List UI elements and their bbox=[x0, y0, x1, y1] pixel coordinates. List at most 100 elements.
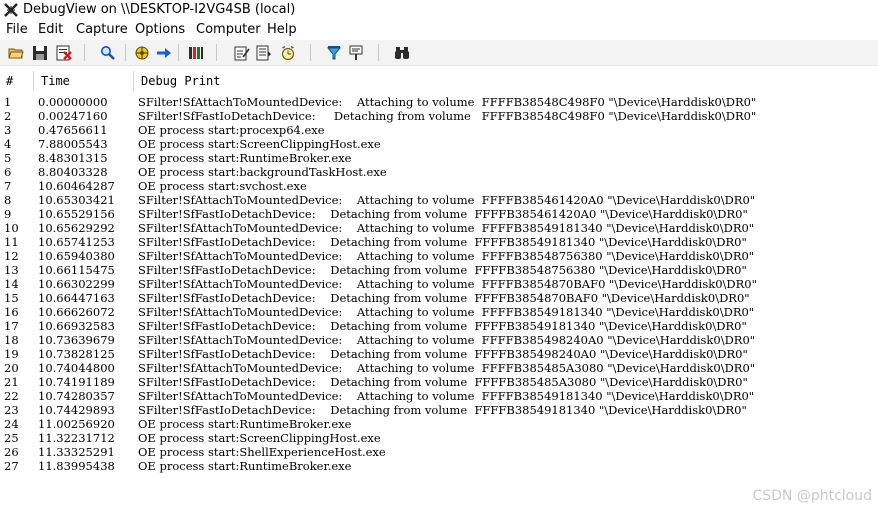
table-row[interactable]: 16 10.66626072 SFilter!SfAttachToMountedDe… bbox=[0, 305, 878, 319]
menu-options[interactable]: Options bbox=[135, 22, 185, 37]
title-bar: DebugView on \\DESKTOP-I2VG4SB (local) bbox=[0, 0, 878, 20]
column-divider[interactable] bbox=[33, 71, 34, 91]
watermark: CSDN @phtcloud bbox=[752, 488, 872, 504]
row-time: 0.00000000 bbox=[38, 95, 108, 109]
row-time: 10.65741253 bbox=[38, 235, 115, 249]
open-icon[interactable] bbox=[6, 43, 26, 63]
find-icon[interactable] bbox=[98, 43, 118, 63]
row-debug-print: SFilter!SfFastIoDetachDevice: Detaching … bbox=[138, 207, 748, 221]
row-time: 10.66447163 bbox=[38, 291, 115, 305]
table-row[interactable]: 23 10.74429893 SFilter!SfFastIoDetachDevic… bbox=[0, 403, 878, 417]
debug-output-list[interactable]: 1 0.00000000 SFilter!SfAttachToMountedDevi… bbox=[0, 95, 878, 473]
row-time: 11.33325291 bbox=[38, 445, 115, 459]
row-debug-print: OE process start:ScreenClippingHost.exe bbox=[138, 137, 381, 151]
clear-display-icon[interactable] bbox=[54, 43, 74, 63]
row-number: 27 bbox=[4, 459, 19, 473]
table-row[interactable]: 6 8.80403328 OE process start:backgroundTa… bbox=[0, 165, 878, 179]
row-time: 10.66626072 bbox=[38, 305, 115, 319]
row-debug-print: SFilter!SfAttachToMountedDevice: Attachi… bbox=[138, 249, 755, 263]
edit-filter-icon[interactable] bbox=[232, 43, 252, 63]
capture-icon[interactable] bbox=[132, 43, 152, 63]
row-debug-print: SFilter!SfAttachToMountedDevice: Attachi… bbox=[138, 389, 755, 403]
column-header-debug-print[interactable]: Debug Print bbox=[141, 74, 220, 88]
row-number: 8 bbox=[4, 193, 12, 207]
table-row[interactable]: 4 7.88005543 OE process start:ScreenClippi… bbox=[0, 137, 878, 151]
row-debug-print: OE process start:RuntimeBroker.exe bbox=[138, 151, 352, 165]
row-number: 10 bbox=[4, 221, 19, 235]
menu-help[interactable]: Help bbox=[267, 22, 297, 37]
toolbar-separator bbox=[178, 44, 179, 61]
menu-bar: File Edit Capture Options Computer Help bbox=[0, 20, 878, 40]
table-row[interactable]: 12 10.65940380 SFilter!SfAttachToMountedDe… bbox=[0, 249, 878, 263]
row-debug-print: SFilter!SfFastIoDetachDevice: Detaching … bbox=[138, 109, 757, 123]
column-divider[interactable] bbox=[133, 71, 134, 91]
row-debug-print: OE process start:procexp64.exe bbox=[138, 123, 325, 137]
table-row[interactable]: 22 10.74280357 SFilter!SfAttachToMountedDe… bbox=[0, 389, 878, 403]
row-number: 19 bbox=[4, 347, 19, 361]
filter-icon[interactable] bbox=[346, 43, 366, 63]
row-debug-print: SFilter!SfAttachToMountedDevice: Attachi… bbox=[138, 95, 757, 109]
row-time: 8.80403328 bbox=[38, 165, 108, 179]
row-debug-print: OE process start:svchost.exe bbox=[138, 179, 307, 193]
row-number: 2 bbox=[4, 109, 12, 123]
row-number: 6 bbox=[4, 165, 12, 179]
menu-file[interactable]: File bbox=[6, 22, 28, 37]
row-time: 10.65629292 bbox=[38, 221, 115, 235]
table-row[interactable]: 20 10.74044800 SFilter!SfAttachToMountedDe… bbox=[0, 361, 878, 375]
highlight-icon[interactable] bbox=[324, 43, 344, 63]
table-row[interactable]: 25 11.32231712 OE process start:ScreenClip… bbox=[0, 431, 878, 445]
list-header: # Time Debug Print bbox=[0, 70, 878, 92]
window-title: DebugView on \\DESKTOP-I2VG4SB (local) bbox=[23, 2, 296, 17]
row-number: 1 bbox=[4, 95, 12, 109]
row-debug-print: OE process start:backgroundTaskHost.exe bbox=[138, 165, 387, 179]
table-row[interactable]: 10 10.65629292 SFilter!SfAttachToMountedDe… bbox=[0, 221, 878, 235]
table-row[interactable]: 19 10.73828125 SFilter!SfFastIoDetachDevic… bbox=[0, 347, 878, 361]
row-debug-print: SFilter!SfFastIoDetachDevice: Detaching … bbox=[138, 235, 747, 249]
table-row[interactable]: 14 10.66302299 SFilter!SfAttachToMountedDe… bbox=[0, 277, 878, 291]
history-depth-icon[interactable] bbox=[186, 43, 206, 63]
menu-edit[interactable]: Edit bbox=[38, 22, 63, 37]
row-debug-print: SFilter!SfFastIoDetachDevice: Detaching … bbox=[138, 403, 747, 417]
row-time: 0.47656611 bbox=[38, 123, 108, 137]
table-row[interactable]: 7 10.60464287 OE process start:svchost.exe bbox=[0, 179, 878, 193]
table-row[interactable]: 18 10.73639679 SFilter!SfAttachToMountedDe… bbox=[0, 333, 878, 347]
table-row[interactable]: 2 0.00247160 SFilter!SfFastIoDetachDevice:… bbox=[0, 109, 878, 123]
row-number: 4 bbox=[4, 137, 12, 151]
save-icon[interactable] bbox=[30, 43, 50, 63]
toolbar-separator bbox=[125, 44, 126, 61]
clock-time-icon[interactable] bbox=[254, 43, 274, 63]
column-header-time[interactable]: Time bbox=[41, 74, 70, 88]
toolbar bbox=[0, 40, 878, 66]
table-row[interactable]: 24 11.00256920 OE process start:RuntimeBro… bbox=[0, 417, 878, 431]
table-row[interactable]: 13 10.66115475 SFilter!SfFastIoDetachDevic… bbox=[0, 263, 878, 277]
row-time: 11.32231712 bbox=[38, 431, 115, 445]
table-row[interactable]: 27 11.83995438 OE process start:RuntimeBro… bbox=[0, 459, 878, 473]
table-row[interactable]: 1 0.00000000 SFilter!SfAttachToMountedDevi… bbox=[0, 95, 878, 109]
toolbar-separator bbox=[378, 44, 379, 61]
table-row[interactable]: 8 10.65303421 SFilter!SfAttachToMountedDev… bbox=[0, 193, 878, 207]
find-binoculars-icon[interactable] bbox=[392, 43, 412, 63]
timer-icon[interactable] bbox=[278, 43, 298, 63]
row-time: 11.83995438 bbox=[38, 459, 115, 473]
table-row[interactable]: 5 8.48301315 OE process start:RuntimeBroke… bbox=[0, 151, 878, 165]
table-row[interactable]: 3 0.47656611 OE process start:procexp64.ex… bbox=[0, 123, 878, 137]
table-row[interactable]: 21 10.74191189 SFilter!SfFastIoDetachDevic… bbox=[0, 375, 878, 389]
table-row[interactable]: 26 11.33325291 OE process start:ShellExper… bbox=[0, 445, 878, 459]
row-debug-print: SFilter!SfFastIoDetachDevice: Detaching … bbox=[138, 291, 750, 305]
table-row[interactable]: 9 10.65529156 SFilter!SfFastIoDetachDevice… bbox=[0, 207, 878, 221]
row-time: 10.66115475 bbox=[38, 263, 115, 277]
row-debug-print: SFilter!SfFastIoDetachDevice: Detaching … bbox=[138, 375, 748, 389]
row-time: 7.88005543 bbox=[38, 137, 108, 151]
column-header-number[interactable]: # bbox=[6, 74, 13, 88]
table-row[interactable]: 11 10.65741253 SFilter!SfFastIoDetachDevic… bbox=[0, 235, 878, 249]
menu-computer[interactable]: Computer bbox=[196, 22, 261, 37]
row-time: 10.60464287 bbox=[38, 179, 115, 193]
table-row[interactable]: 17 10.66932583 SFilter!SfFastIoDetachDevic… bbox=[0, 319, 878, 333]
row-debug-print: SFilter!SfFastIoDetachDevice: Detaching … bbox=[138, 347, 748, 361]
autoscroll-icon[interactable] bbox=[154, 43, 174, 63]
row-number: 11 bbox=[4, 235, 19, 249]
row-time: 10.74044800 bbox=[38, 361, 115, 375]
table-row[interactable]: 15 10.66447163 SFilter!SfFastIoDetachDevic… bbox=[0, 291, 878, 305]
menu-capture[interactable]: Capture bbox=[76, 22, 128, 37]
row-number: 7 bbox=[4, 179, 12, 193]
